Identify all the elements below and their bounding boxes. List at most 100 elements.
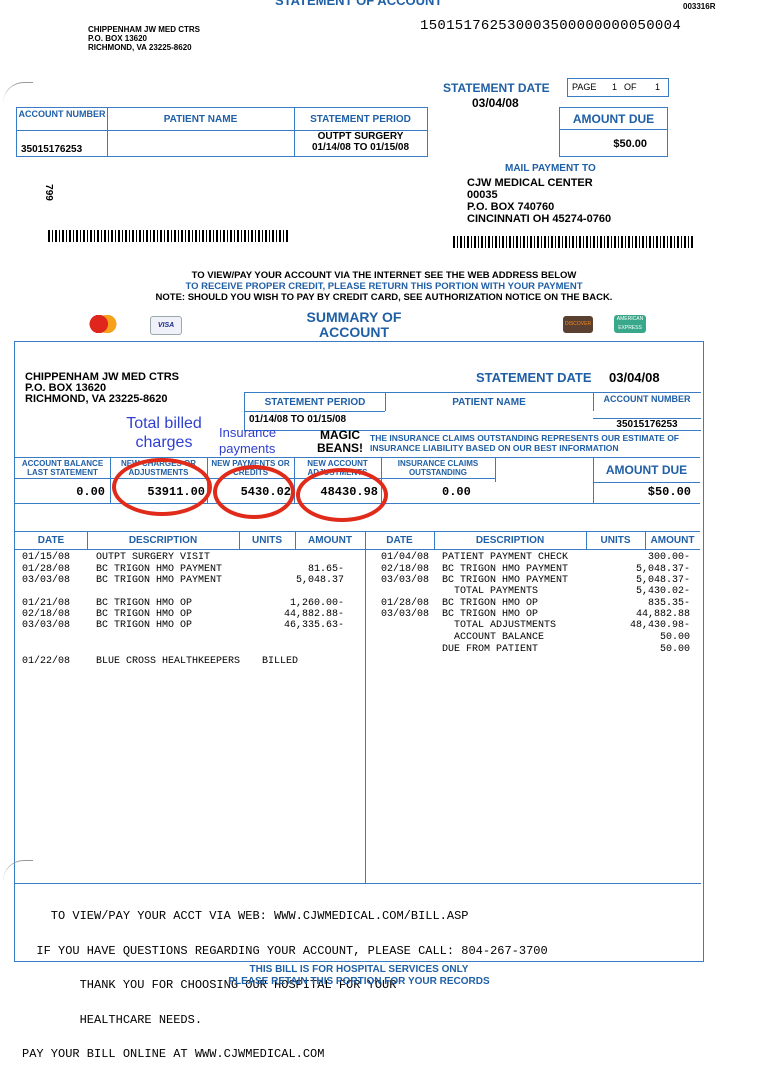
left-row-date: 01/28/08 (22, 564, 71, 575)
remit-account-number: 35015176253 (21, 144, 83, 155)
right-row-date: 03/03/08 (381, 575, 430, 586)
right-row-date: 03/03/08 (381, 609, 430, 620)
col-amount-right: AMOUNT (650, 535, 695, 546)
instruction-line-highlight: TO RECEIVE PROPER CREDIT, PLEASE RETURN … (185, 281, 583, 292)
page-label: PAGE (572, 82, 597, 92)
footer-message-line: IF YOU HAVE QUESTIONS REGARDING YOUR ACC… (22, 943, 548, 958)
col-description-right: DESCRIPTION (475, 535, 545, 546)
bottom-notice-line: PLEASE RETAIN THIS PORTION FOR YOUR RECO… (228, 976, 490, 987)
footer-message-line: TO VIEW/PAY YOUR ACCT VIA WEB: WWW.CJWME… (22, 909, 469, 923)
left-row-amount: 1,260.00- (289, 598, 344, 609)
remit-period-type: OUTPT SURGERY (317, 131, 404, 142)
col-amount: AMOUNT (308, 535, 352, 546)
left-row-desc: BC TRIGON HMO PAYMENT (96, 564, 223, 575)
insurance-estimate-note: THE INSURANCE CLAIMS OUTSTANDING REPRESE… (370, 433, 680, 453)
sender-name: CHIPPENHAM JW MED CTRS (88, 25, 201, 34)
page-of: OF (624, 82, 637, 92)
summary-amount-due: $50.00 (647, 485, 691, 499)
summary-claims: 0.00 (442, 485, 471, 499)
billed-row-desc: BLUE CROSS HEALTHKEEPERS (96, 656, 241, 667)
summary-period-row: STATEMENT PERIOD PATIENT NAME ACCOUNT NU… (244, 392, 701, 431)
annotation-circle-charges (112, 458, 212, 516)
right-row-desc: BC TRIGON HMO PAYMENT (442, 575, 569, 586)
left-row-amount: 81.65- (307, 564, 344, 575)
postal-barcode-left (48, 230, 288, 242)
left-row-date: 01/15/08 (22, 552, 71, 563)
remit-period-dates: 01/14/08 TO 01/15/08 (311, 142, 410, 153)
summary-account-number-label: ACCOUNT NUMBER (603, 394, 691, 404)
page-indicator: PAGE 1 OF 1 (567, 78, 669, 97)
fold-mark (3, 860, 33, 881)
page-number: 1 (612, 82, 618, 92)
col-balance-label: ACCOUNT BALANCE LAST STATEMENT (21, 459, 104, 477)
right-row-amount: 835.35- (647, 598, 690, 609)
detail-header: DATE DESCRIPTION UNITS AMOUNT DATE DESCR… (15, 531, 700, 550)
left-row-desc: BC TRIGON HMO PAYMENT (96, 575, 223, 586)
col-units: UNITS (252, 535, 282, 546)
visa-icon: VISA (150, 316, 182, 335)
left-row-date: 02/18/08 (22, 609, 71, 620)
detail-divider (365, 548, 366, 883)
instruction-line: NOTE: SHOULD YOU WISH TO PAY BY CREDIT C… (155, 292, 613, 303)
summary-title-line: SUMMARY OF (306, 309, 402, 325)
right-row-desc: PATIENT PAYMENT CHECK (442, 552, 569, 563)
col-claims-label: INSURANCE CLAIMS OUTSTANDING (397, 459, 479, 477)
left-row-amount: 46,335.63- (283, 620, 344, 631)
detail-bottom-rule (15, 883, 701, 884)
col-date: DATE (37, 535, 65, 546)
bottom-notice: THIS BILL IS FOR HOSPITAL SERVICES ONLY … (0, 964, 718, 988)
right-row-date: 01/28/08 (381, 598, 430, 609)
right-row-amount: 5,048.37- (635, 564, 690, 575)
remit-statement-period: OUTPT SURGERY 01/14/08 TO 01/15/08 (294, 131, 427, 153)
instruction-line: TO VIEW/PAY YOUR ACCOUNT VIA THE INTERNE… (191, 270, 577, 281)
summary-statement-date-label: STATEMENT DATE (476, 370, 592, 385)
left-row-desc: OUTPT SURGERY VISIT (96, 552, 211, 563)
sender-city: RICHMOND, VA 23225-8620 (88, 43, 192, 52)
billed-row-status: BILLED (262, 656, 299, 667)
remit-amount-due-label: AMOUNT DUE (572, 112, 655, 126)
bottom-notice-line: THIS BILL IS FOR HOSPITAL SERVICES ONLY (249, 964, 469, 975)
statement-title: STATEMENT OF ACCOUNT (275, 0, 443, 8)
left-row-date: 03/03/08 (22, 620, 71, 631)
col-description: DESCRIPTION (128, 535, 198, 546)
remit-account-number-label: ACCOUNT NUMBER (18, 109, 106, 119)
left-row-amount: 5,048.37 (295, 575, 344, 586)
right-row-desc: BC TRIGON HMO OP (442, 598, 539, 609)
mail-line: P.O. BOX 740760 (467, 201, 555, 213)
left-row-date: 01/21/08 (22, 598, 71, 609)
instructions: TO VIEW/PAY YOUR ACCOUNT VIA THE INTERNE… (0, 270, 768, 303)
right-row-amount: 5,048.37- (635, 575, 690, 586)
remit-statement-period-label: STATEMENT PERIOD (310, 114, 411, 125)
annotation-circle-payments (213, 465, 295, 519)
summary-balance: 0.00 (76, 485, 105, 499)
right-row-desc: TOTAL ADJUSTMENTS (454, 620, 557, 631)
remit-statement-date: 03/04/08 (472, 96, 519, 110)
left-row-desc: BC TRIGON HMO OP (96, 598, 193, 609)
summary-statement-period-label: STATEMENT PERIOD (264, 397, 366, 408)
right-row-amount: 44,882.88 (635, 609, 690, 620)
right-row-amount: 50.00 (659, 632, 690, 643)
mail-payment-label: MAIL PAYMENT TO (505, 163, 596, 174)
sender-po-box: P.O. BOX 13620 (88, 34, 147, 43)
ocr-scanline: 150151762530003500000000050004 (420, 18, 682, 34)
remit-statement-date-label: STATEMENT DATE (443, 81, 550, 95)
right-row-desc: DUE FROM PATIENT (442, 644, 539, 655)
summary-title: SUMMARY OF ACCOUNT (294, 310, 414, 340)
summary-title-line: ACCOUNT (319, 324, 389, 340)
annotation-circle-adjustments (296, 468, 388, 522)
right-row-amount: 300.00- (647, 552, 690, 563)
right-row-date: 01/04/08 (381, 552, 430, 563)
right-row-date: 02/18/08 (381, 564, 430, 575)
col-date-right: DATE (386, 535, 413, 546)
fold-mark (3, 82, 33, 103)
col-amount-due-label: AMOUNT DUE (605, 463, 688, 477)
form-code: 003316R (683, 2, 716, 11)
mail-line: CINCINNATI OH 45274-0760 (467, 213, 612, 225)
summary-period: 01/14/08 TO 01/15/08 (249, 414, 347, 425)
right-row-amount: 5,430.02- (635, 586, 690, 597)
right-row-desc: ACCOUNT BALANCE (454, 632, 545, 643)
annotation-insurance-payments: Insurance payments (219, 425, 277, 456)
left-row-amount: 44,882.88- (283, 609, 344, 620)
side-number: 799 (42, 184, 54, 201)
remit-patient-name-label: PATIENT NAME (163, 114, 238, 125)
